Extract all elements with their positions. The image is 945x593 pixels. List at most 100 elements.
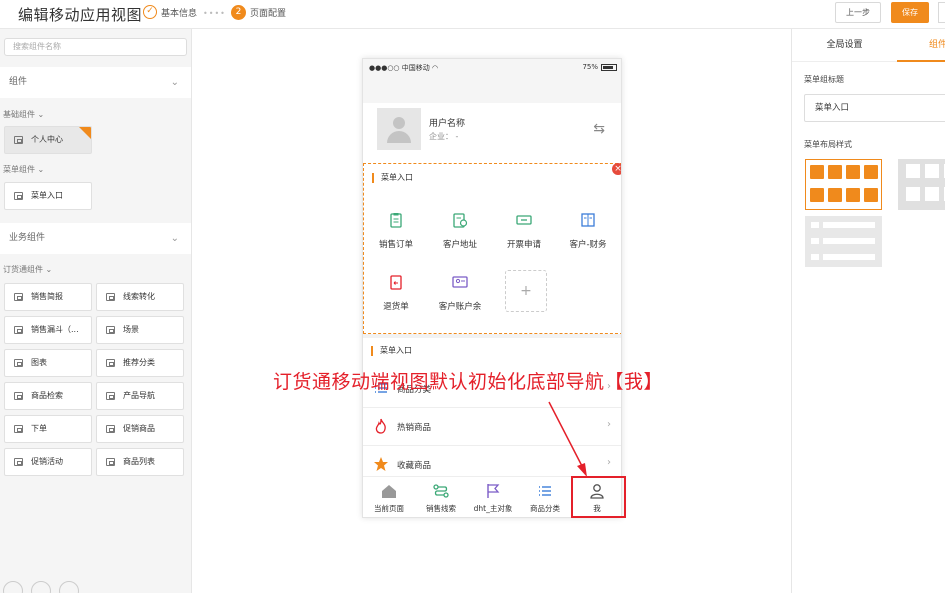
return-doc-icon (390, 275, 402, 290)
menu-title-input[interactable]: 菜单入口 (804, 94, 945, 122)
chevron-right-icon: › (607, 419, 611, 430)
menu-title-label: 菜单组标题 (804, 75, 844, 84)
top-bar: 编辑移动应用视图 ✓ 基本信息 •••• 2 页面配置 上一步 保存 (0, 0, 945, 29)
section-label: 组件 (9, 77, 28, 87)
company-label: 企业： - (429, 132, 459, 141)
menu-item-sales-order[interactable]: 销售订单 (364, 212, 428, 250)
menu-section-title: 菜单入口 (371, 346, 412, 356)
menu-item-invoice-request[interactable]: 开票申请 (492, 212, 556, 250)
component-icon (14, 458, 23, 466)
component-icon (106, 359, 115, 367)
menu-item-customer-finance[interactable]: 客户-财务 (556, 212, 620, 250)
section-label: 业务组件 (9, 233, 46, 243)
clipboard-icon (390, 213, 402, 228)
remove-component-button[interactable]: × (612, 163, 621, 175)
group-order[interactable]: 订货通组件 ⌄ (3, 264, 52, 275)
address-book-icon (453, 213, 468, 228)
component-sidebar: 搜索组件名称 组件 ⌄ 基础组件 ⌄ 个人中心 菜单组件 ⌄ 菜单入口 业务组件… (0, 29, 192, 593)
menu-item-account-balance[interactable]: 客户账户余 (428, 274, 492, 312)
annotation-arrow-icon (548, 401, 587, 477)
component-item[interactable]: 销售简报 (4, 283, 92, 311)
component-icon (14, 293, 23, 301)
properties-panel: 全局设置 组件 菜单组标题 菜单入口 菜单布局样式 (791, 29, 945, 593)
selected-corner-badge (79, 127, 91, 139)
menu-section-title: 菜单入口 (372, 173, 413, 183)
component-icon (106, 293, 115, 301)
section-business[interactable]: 业务组件 ⌄ (0, 223, 191, 254)
tab-product-category[interactable]: 商品分类 (519, 477, 571, 517)
tab-global-settings[interactable]: 全局设置 (792, 29, 897, 62)
group-basic[interactable]: 基础组件 ⌄ (3, 109, 44, 120)
save-button[interactable]: 保存 (891, 2, 929, 23)
menu-item-return-order[interactable]: 退货单 (364, 274, 428, 312)
step-divider: •••• (203, 9, 226, 18)
tab-current-page[interactable]: 当前页面 (363, 477, 415, 517)
ledger-icon (581, 213, 595, 227)
step-label: 页面配置 (250, 9, 287, 19)
component-search-input[interactable]: 搜索组件名称 (4, 38, 187, 56)
swap-icon[interactable]: ⇆ (593, 121, 605, 137)
annotation-text: 订货通移动端视图默认初始化底部导航【我】 (273, 371, 664, 393)
list-icon (539, 486, 551, 496)
layout-style-label: 菜单布局样式 (804, 140, 852, 149)
component-item[interactable]: 线索转化 (96, 283, 184, 311)
circle-button[interactable] (3, 581, 23, 593)
layout-option-large-grid[interactable] (898, 159, 945, 210)
component-icon (14, 326, 23, 334)
page-title: 编辑移动应用视图 (18, 6, 143, 24)
component-icon (14, 425, 23, 433)
carrier-label: ●●●○○ 中国移动 ◠ (369, 64, 439, 72)
chevron-right-icon: › (607, 457, 611, 468)
component-item[interactable]: 场景 (96, 316, 184, 344)
flame-icon (375, 418, 386, 434)
star-icon (374, 457, 388, 471)
component-item[interactable]: 商品检索 (4, 382, 92, 410)
group-menu[interactable]: 菜单组件 ⌄ (3, 164, 44, 175)
menu-item-customer-address[interactable]: 客户地址 (428, 212, 492, 250)
tab-component-settings[interactable]: 组件 (897, 29, 945, 62)
component-menu-entry[interactable]: 菜单入口 (4, 182, 92, 210)
step-page-config[interactable]: 2 页面配置 (231, 5, 286, 20)
more-button[interactable] (938, 2, 945, 23)
component-icon (106, 326, 115, 334)
layout-option-grid-selected[interactable] (805, 159, 882, 210)
chevron-down-icon: ⌄ (170, 77, 179, 88)
component-personal-center[interactable]: 个人中心 (4, 126, 92, 154)
component-icon (14, 192, 23, 200)
component-item[interactable]: 下单 (4, 415, 92, 443)
battery-indicator: 75% (582, 63, 617, 71)
wifi-icon: ◠ (432, 64, 439, 72)
annotation-highlight-box (571, 476, 626, 518)
component-icon (106, 458, 115, 466)
component-icon (14, 359, 23, 367)
personal-center-card[interactable]: 用户名称 企业： - ⇆ (363, 103, 621, 163)
component-item[interactable]: 图表 (4, 349, 92, 377)
menu-entry-component-selected[interactable]: × 菜单入口 销售订单 客户地址 开票申请 客户-财务 退货单 客户账户余 + (363, 163, 621, 334)
add-menu-item-button[interactable]: + (505, 270, 547, 312)
status-bar: ●●●○○ 中国移动 ◠ 75% (363, 59, 621, 103)
step-number: 2 (231, 5, 246, 20)
component-item[interactable]: 销售漏斗（... (4, 316, 92, 344)
component-icon (14, 392, 23, 400)
account-card-icon (452, 276, 468, 288)
bottom-toolbar (3, 581, 87, 593)
route-icon (433, 484, 449, 498)
component-item[interactable]: 商品列表 (96, 448, 184, 476)
component-item[interactable]: 促销活动 (4, 448, 92, 476)
user-name: 用户名称 (429, 119, 466, 129)
circle-button[interactable] (31, 581, 51, 593)
circle-button[interactable] (59, 581, 79, 593)
component-item[interactable]: 促销商品 (96, 415, 184, 443)
component-icon (106, 425, 115, 433)
home-icon (382, 485, 396, 498)
tab-dht-main-object[interactable]: dht_主对象 (467, 477, 519, 517)
tab-sales-leads[interactable]: 销售线索 (415, 477, 467, 517)
previous-step-button[interactable]: 上一步 (835, 2, 881, 23)
section-components[interactable]: 组件 ⌄ (0, 67, 191, 98)
component-item[interactable]: 产品导航 (96, 382, 184, 410)
component-item[interactable]: 推荐分类 (96, 349, 184, 377)
step-basic-info[interactable]: ✓ 基本信息 (143, 5, 197, 19)
chevron-down-icon: ⌄ (170, 233, 179, 244)
component-icon (106, 392, 115, 400)
layout-option-list[interactable] (805, 216, 882, 267)
